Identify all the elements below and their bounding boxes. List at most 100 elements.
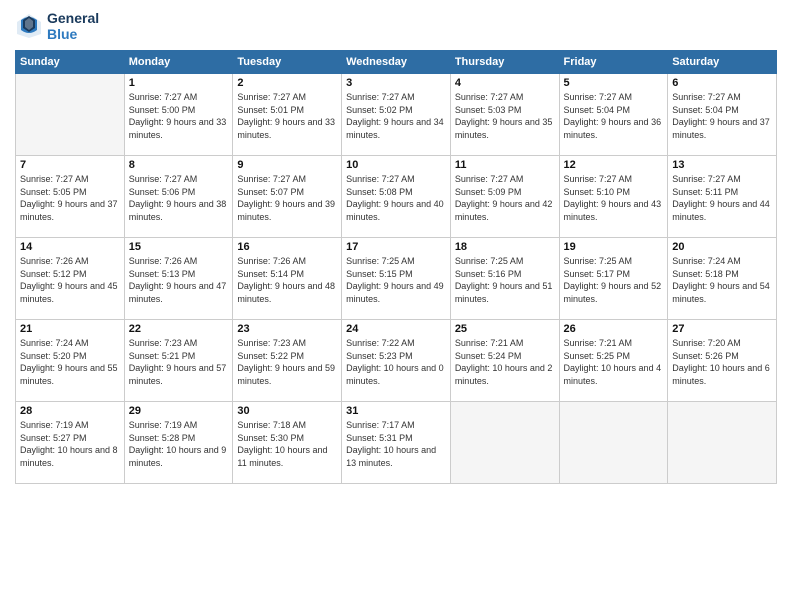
day-number: 26 [564, 323, 664, 335]
page: General Blue SundayMondayTuesdayWednesda… [0, 0, 792, 612]
day-number: 22 [129, 323, 229, 335]
calendar-cell: 21 Sunrise: 7:24 AMSunset: 5:20 PMDayligh… [16, 320, 125, 402]
cell-info: Sunrise: 7:19 AMSunset: 5:28 PMDaylight:… [129, 419, 229, 469]
calendar-cell [559, 402, 668, 484]
cell-info: Sunrise: 7:27 AMSunset: 5:00 PMDaylight:… [129, 91, 229, 141]
day-number: 30 [237, 405, 337, 417]
calendar-cell: 4Sunrise: 7:27 AMSunset: 5:03 PMDaylight… [450, 74, 559, 156]
day-number: 4 [455, 77, 555, 89]
calendar-cell: 24 Sunrise: 7:22 AMSunset: 5:23 PMDayligh… [342, 320, 451, 402]
calendar-table: SundayMondayTuesdayWednesdayThursdayFrid… [15, 50, 777, 484]
day-number: 14 [20, 241, 120, 253]
week-row-3: 21 Sunrise: 7:24 AMSunset: 5:20 PMDayligh… [16, 320, 777, 402]
calendar-cell: 17 Sunrise: 7:25 AMSunset: 5:15 PMDayligh… [342, 238, 451, 320]
weekday-header-thursday: Thursday [450, 51, 559, 74]
cell-info: Sunrise: 7:24 AMSunset: 5:18 PMDaylight:… [672, 255, 772, 305]
cell-info: Sunrise: 7:27 AMSunset: 5:05 PMDaylight:… [20, 173, 120, 223]
calendar-cell: 23Sunrise: 7:23 AMSunset: 5:22 PMDayligh… [233, 320, 342, 402]
calendar-cell: 10 Sunrise: 7:27 AMSunset: 5:08 PMDayligh… [342, 156, 451, 238]
day-number: 3 [346, 77, 446, 89]
cell-info: Sunrise: 7:27 AMSunset: 5:02 PMDaylight:… [346, 91, 446, 141]
cell-info: Sunrise: 7:27 AMSunset: 5:11 PMDaylight:… [672, 173, 772, 223]
cell-info: Sunrise: 7:27 AMSunset: 5:07 PMDaylight:… [237, 173, 337, 223]
week-row-0: 1 Sunrise: 7:27 AMSunset: 5:00 PMDaylight… [16, 74, 777, 156]
calendar-cell: 13 Sunrise: 7:27 AMSunset: 5:11 PMDayligh… [668, 156, 777, 238]
calendar-cell: 5 Sunrise: 7:27 AMSunset: 5:04 PMDaylight… [559, 74, 668, 156]
calendar-cell [450, 402, 559, 484]
calendar-cell: 11 Sunrise: 7:27 AMSunset: 5:09 PMDayligh… [450, 156, 559, 238]
cell-info: Sunrise: 7:18 AMSunset: 5:30 PMDaylight:… [237, 419, 337, 469]
calendar-cell: 20 Sunrise: 7:24 AMSunset: 5:18 PMDayligh… [668, 238, 777, 320]
calendar-cell: 27 Sunrise: 7:20 AMSunset: 5:26 PMDayligh… [668, 320, 777, 402]
cell-info: Sunrise: 7:23 AMSunset: 5:22 PMDaylight:… [237, 337, 337, 387]
cell-info: Sunrise: 7:27 AMSunset: 5:04 PMDaylight:… [564, 91, 664, 141]
calendar-cell: 18 Sunrise: 7:25 AMSunset: 5:16 PMDayligh… [450, 238, 559, 320]
cell-info: Sunrise: 7:21 AMSunset: 5:25 PMDaylight:… [564, 337, 664, 387]
day-number: 16 [237, 241, 337, 253]
header-row: SundayMondayTuesdayWednesdayThursdayFrid… [16, 51, 777, 74]
day-number: 8 [129, 159, 229, 171]
day-number: 17 [346, 241, 446, 253]
day-number: 1 [129, 77, 229, 89]
day-number: 19 [564, 241, 664, 253]
cell-info: Sunrise: 7:26 AMSunset: 5:12 PMDaylight:… [20, 255, 120, 305]
weekday-header-friday: Friday [559, 51, 668, 74]
calendar-cell: 6Sunrise: 7:27 AMSunset: 5:04 PMDaylight… [668, 74, 777, 156]
calendar-cell: 15 Sunrise: 7:26 AMSunset: 5:13 PMDayligh… [124, 238, 233, 320]
calendar-cell: 14 Sunrise: 7:26 AMSunset: 5:12 PMDayligh… [16, 238, 125, 320]
calendar-cell: 25 Sunrise: 7:21 AMSunset: 5:24 PMDayligh… [450, 320, 559, 402]
day-number: 2 [237, 77, 337, 89]
cell-info: Sunrise: 7:19 AMSunset: 5:27 PMDaylight:… [20, 419, 120, 469]
day-number: 25 [455, 323, 555, 335]
day-number: 27 [672, 323, 772, 335]
cell-info: Sunrise: 7:25 AMSunset: 5:15 PMDaylight:… [346, 255, 446, 305]
calendar-cell [668, 402, 777, 484]
cell-info: Sunrise: 7:27 AMSunset: 5:08 PMDaylight:… [346, 173, 446, 223]
day-number: 5 [564, 77, 664, 89]
header: General Blue [15, 10, 777, 42]
calendar-cell: 1 Sunrise: 7:27 AMSunset: 5:00 PMDaylight… [124, 74, 233, 156]
weekday-header-saturday: Saturday [668, 51, 777, 74]
calendar-cell: 22 Sunrise: 7:23 AMSunset: 5:21 PMDayligh… [124, 320, 233, 402]
calendar-cell: 12Sunrise: 7:27 AMSunset: 5:10 PMDayligh… [559, 156, 668, 238]
week-row-2: 14 Sunrise: 7:26 AMSunset: 5:12 PMDayligh… [16, 238, 777, 320]
calendar-cell: 3 Sunrise: 7:27 AMSunset: 5:02 PMDaylight… [342, 74, 451, 156]
logo: General Blue [15, 10, 99, 42]
day-number: 20 [672, 241, 772, 253]
calendar-cell: 9 Sunrise: 7:27 AMSunset: 5:07 PMDaylight… [233, 156, 342, 238]
weekday-header-tuesday: Tuesday [233, 51, 342, 74]
day-number: 28 [20, 405, 120, 417]
day-number: 11 [455, 159, 555, 171]
cell-info: Sunrise: 7:25 AMSunset: 5:16 PMDaylight:… [455, 255, 555, 305]
weekday-header-monday: Monday [124, 51, 233, 74]
cell-info: Sunrise: 7:24 AMSunset: 5:20 PMDaylight:… [20, 337, 120, 387]
day-number: 31 [346, 405, 446, 417]
week-row-1: 7 Sunrise: 7:27 AMSunset: 5:05 PMDaylight… [16, 156, 777, 238]
calendar-cell: 28 Sunrise: 7:19 AMSunset: 5:27 PMDayligh… [16, 402, 125, 484]
cell-info: Sunrise: 7:22 AMSunset: 5:23 PMDaylight:… [346, 337, 446, 387]
day-number: 12 [564, 159, 664, 171]
cell-info: Sunrise: 7:21 AMSunset: 5:24 PMDaylight:… [455, 337, 555, 387]
day-number: 7 [20, 159, 120, 171]
day-number: 9 [237, 159, 337, 171]
cell-info: Sunrise: 7:20 AMSunset: 5:26 PMDaylight:… [672, 337, 772, 387]
day-number: 21 [20, 323, 120, 335]
cell-info: Sunrise: 7:26 AMSunset: 5:13 PMDaylight:… [129, 255, 229, 305]
cell-info: Sunrise: 7:27 AMSunset: 5:01 PMDaylight:… [237, 91, 337, 141]
cell-info: Sunrise: 7:27 AMSunset: 5:06 PMDaylight:… [129, 173, 229, 223]
cell-info: Sunrise: 7:27 AMSunset: 5:09 PMDaylight:… [455, 173, 555, 223]
calendar-cell: 31Sunrise: 7:17 AMSunset: 5:31 PMDayligh… [342, 402, 451, 484]
day-number: 24 [346, 323, 446, 335]
weekday-header-wednesday: Wednesday [342, 51, 451, 74]
logo-icon [15, 12, 43, 40]
day-number: 15 [129, 241, 229, 253]
logo-text: General Blue [47, 10, 99, 42]
day-number: 29 [129, 405, 229, 417]
calendar-cell: 29 Sunrise: 7:19 AMSunset: 5:28 PMDayligh… [124, 402, 233, 484]
day-number: 10 [346, 159, 446, 171]
day-number: 18 [455, 241, 555, 253]
cell-info: Sunrise: 7:23 AMSunset: 5:21 PMDaylight:… [129, 337, 229, 387]
calendar-cell: 2 Sunrise: 7:27 AMSunset: 5:01 PMDaylight… [233, 74, 342, 156]
day-number: 13 [672, 159, 772, 171]
weekday-header-sunday: Sunday [16, 51, 125, 74]
